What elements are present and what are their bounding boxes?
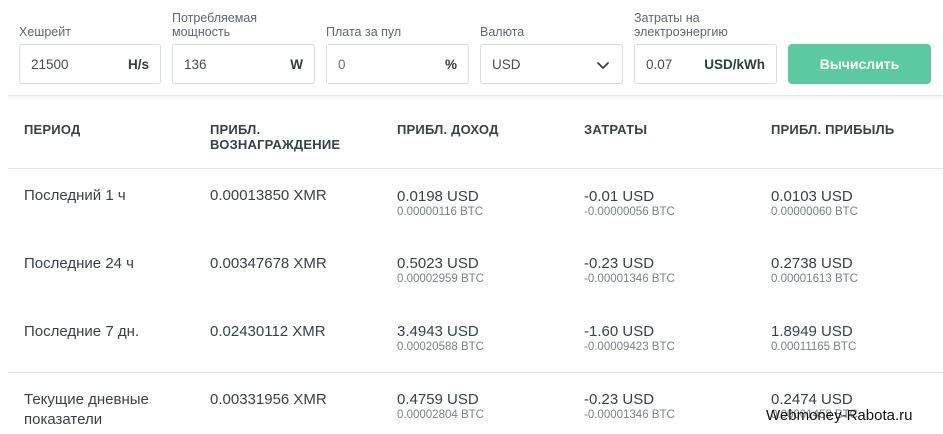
pool-fee-placeholder: 0 (338, 57, 346, 72)
chevron-down-icon (597, 62, 609, 69)
pool-fee-unit: % (444, 57, 457, 72)
header-period: ПЕРИОД (24, 122, 81, 137)
row-costs-usd: -0.23 USD (584, 255, 655, 272)
row-profit-btc: 0.00000060 BTC (771, 206, 858, 218)
power-unit: W (290, 57, 303, 72)
row-profit-usd: 1.8949 USD (771, 323, 853, 340)
power-label: Потребляемая мощность (172, 11, 258, 39)
electricity-unit: USD/kWh (704, 57, 765, 72)
header-divider (8, 168, 943, 169)
row-reward: 0.00013850 XMR (210, 187, 327, 204)
calculate-button[interactable]: Вычислить (788, 44, 931, 84)
row-period: Последние 24 ч (24, 255, 134, 272)
power-input[interactable]: 136 W (172, 44, 315, 84)
mining-calculator-form: Хешрейт 21500 H/s Потребляемая мощность … (0, 0, 943, 96)
header-costs: ЗАТРАТЫ (584, 122, 648, 137)
header-income: ПРИБЛ. ДОХОД (397, 122, 499, 137)
row-profit-usd: 0.2738 USD (771, 255, 853, 272)
row-income-btc: 0.00002959 BTC (397, 273, 484, 285)
row-period: Последний 1 ч (24, 187, 126, 204)
header-reward: ПРИБЛ. ВОЗНАГРАЖДЕНИЕ (210, 122, 341, 152)
row-income-btc: 0.00000116 BTC (397, 206, 484, 218)
site-watermark: Webmoney-Rabota.ru (766, 407, 913, 424)
row-reward: 0.00331956 XMR (210, 391, 327, 408)
row-costs-usd: -0.23 USD (584, 391, 655, 408)
currency-label: Валюта (480, 25, 525, 39)
row-income-usd: 3.4943 USD (397, 323, 479, 340)
row-profit-usd: 0.0103 USD (771, 188, 853, 205)
hashrate-unit: H/s (127, 57, 149, 72)
currency-selected: USD (492, 57, 521, 72)
row-income-btc: 0.00020588 BTC (397, 341, 484, 353)
row-income-btc: 0.00002804 BTC (397, 409, 484, 421)
row-period: Текущие дневные показатели (24, 391, 149, 428)
hashrate-input[interactable]: 21500 H/s (19, 44, 161, 84)
pool-fee-input[interactable]: 0 % (326, 44, 469, 84)
row-profit-usd: 0.2474 USD (771, 391, 853, 408)
power-value: 136 (184, 57, 207, 72)
results-table: ПЕРИОД ПРИБЛ. ВОЗНАГРАЖДЕНИЕ ПРИБЛ. ДОХО… (8, 100, 943, 434)
row-period: Последние 7 дн. (24, 323, 140, 340)
row-divider (8, 372, 943, 373)
row-income-usd: 0.5023 USD (397, 255, 479, 272)
electricity-value: 0.07 (646, 57, 673, 72)
row-reward: 0.02430112 XMR (210, 323, 326, 340)
row-income-usd: 0.0198 USD (397, 188, 479, 205)
row-costs-btc: -0.00000056 BTC (584, 206, 675, 218)
table-header: ПЕРИОД ПРИБЛ. ВОЗНАГРАЖДЕНИЕ ПРИБЛ. ДОХО… (8, 100, 943, 168)
currency-select[interactable]: USD (480, 44, 623, 84)
pool-fee-label: Плата за пул (326, 25, 402, 39)
row-costs-btc: -0.00001346 BTC (584, 273, 675, 285)
header-profit: ПРИБЛ. ПРИБЫЛЬ (771, 122, 895, 137)
hashrate-value: 21500 (31, 57, 69, 72)
electricity-label: Затраты на электроэнергию (634, 11, 728, 39)
row-costs-usd: -0.01 USD (584, 188, 655, 205)
row-costs-btc: -0.00001346 BTC (584, 409, 675, 421)
row-profit-btc: 0.00011165 BTC (771, 341, 857, 353)
row-costs-usd: -1.60 USD (584, 323, 655, 340)
row-profit-btc: 0.00001613 BTC (771, 273, 858, 285)
hashrate-label: Хешрейт (19, 25, 71, 39)
electricity-input[interactable]: 0.07 USD/kWh (634, 44, 777, 84)
row-costs-btc: -0.00009423 BTC (584, 341, 675, 353)
row-reward: 0.00347678 XMR (210, 255, 327, 272)
row-income-usd: 0.4759 USD (397, 391, 479, 408)
